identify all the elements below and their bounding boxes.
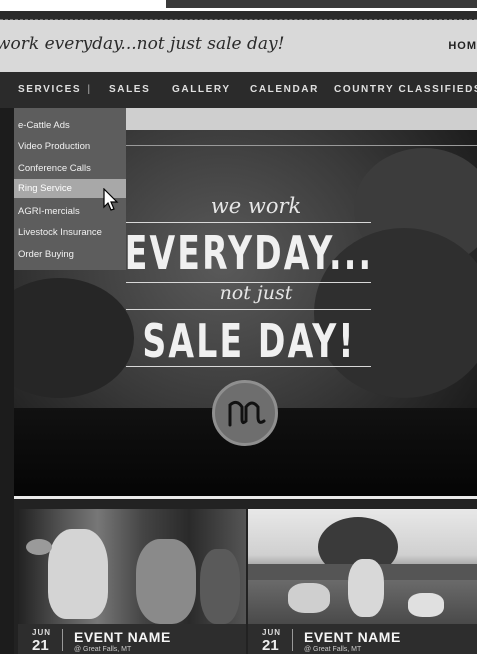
event-name[interactable]: EVENT NAME [74,629,171,645]
event-card[interactable]: JUN 21 EVENT NAME @ Great Falls, MT [248,509,477,654]
event-divider [292,629,293,651]
nav-item-sales[interactable]: SALES [109,84,150,95]
stitch-divider [0,11,477,20]
event-image-cattle-pasture [248,509,477,624]
event-footer: JUN 21 EVENT NAME @ Great Falls, MT [18,624,246,654]
cow-shape [348,559,384,617]
nav-item-services[interactable]: SERVICES | [18,84,92,95]
dropdown-item-agri-mercials[interactable]: AGRI-mercials [18,206,80,217]
events-section: JUN 21 EVENT NAME @ Great Falls, MT JUN … [14,499,477,654]
cow-ear-shape [26,539,52,555]
hero-line [126,366,371,367]
event-divider [62,629,63,651]
event-image-cattle-barn [18,509,246,624]
event-footer: JUN 21 EVENT NAME @ Great Falls, MT [248,624,477,654]
event-month: JUN [262,628,282,637]
hero-line [126,222,371,223]
dropdown-item-conference-calls[interactable]: Conference Calls [18,163,91,174]
hero-we-work: we work [210,194,302,218]
hero-line [126,309,371,310]
event-location: @ Great Falls, MT [74,646,132,653]
cow-shape [288,583,330,613]
brand-logo [212,380,278,446]
nav-item-gallery[interactable]: GALLERY [172,84,231,95]
site-tagline: work everyday...not just sale day! [0,34,285,54]
dropdown-item-livestock-insurance[interactable]: Livestock Insurance [18,227,102,238]
hero-rule [124,145,477,146]
main-nav: SERVICES | SALES GALLERY CALENDAR COUNTRY… [0,72,477,108]
cow-shape [408,593,444,617]
event-name[interactable]: EVENT NAME [304,629,401,645]
event-month: JUN [32,628,52,637]
dropdown-item-order-buying[interactable]: Order Buying [18,249,74,260]
cow-shape [200,549,240,624]
hero-everyday: EVERYDAY... [124,226,374,280]
nav-item-calendar[interactable]: CALENDAR [250,84,319,95]
event-day: 21 [262,637,279,654]
event-day: 21 [32,637,49,654]
cow-shape [48,529,108,619]
header-texture [166,0,477,8]
tagline-bar: work everyday...not just sale day! HOM [0,20,477,72]
hero-not-just: not just [219,282,293,304]
dropdown-item-ecattle-ads[interactable]: e-Cattle Ads [18,120,70,131]
event-card[interactable]: JUN 21 EVENT NAME @ Great Falls, MT [18,509,246,654]
mouse-pointer-icon [103,187,119,217]
hero-sale-day: SALE DAY! [142,314,356,368]
dropdown-item-video-production[interactable]: Video Production [18,141,90,152]
cow-shape [136,539,196,624]
nav-home-link[interactable]: HOM [448,40,477,52]
nav-item-country-classifieds[interactable]: COUNTRY CLASSIFIEDS [334,84,477,95]
event-location: @ Great Falls, MT [304,646,362,653]
